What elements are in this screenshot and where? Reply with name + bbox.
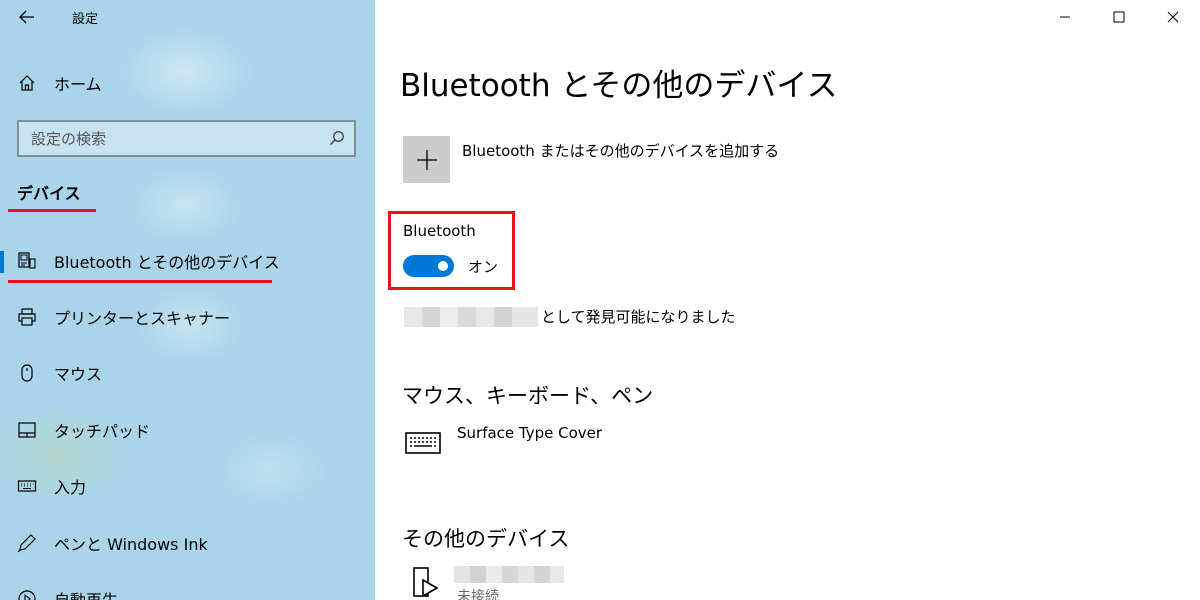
printer-icon <box>16 306 38 328</box>
discoverable-status: として発見可能になりました <box>404 306 736 327</box>
bluetooth-toggle-state: オン <box>468 258 499 276</box>
mouse-icon <box>16 362 38 384</box>
annotation-underline-nav <box>8 280 272 283</box>
sidebar-item-input[interactable]: 入力 <box>0 466 375 506</box>
sidebar-item-pen[interactable]: ペンと Windows Ink <box>0 523 375 563</box>
sidebar-item-label: プリンターとスキャナー <box>54 309 231 328</box>
keyboard-icon <box>16 475 38 497</box>
sidebar-item-bluetooth[interactable]: Bluetooth とその他のデバイス <box>0 241 375 281</box>
maximize-button[interactable] <box>1092 0 1146 34</box>
sidebar-item-label: 自動再生 <box>54 587 118 600</box>
app-title: 設定 <box>72 12 99 27</box>
sidebar-item-label: 入力 <box>54 478 87 497</box>
main-content: Bluetooth とその他のデバイス Bluetooth またはその他のデバイ… <box>375 0 1200 600</box>
close-icon <box>1167 11 1179 23</box>
device-name[interactable]: Surface Type Cover <box>457 424 602 442</box>
sidebar-item-printers[interactable]: プリンターとスキャナー <box>0 297 375 337</box>
search-icon[interactable] <box>329 130 345 146</box>
sidebar-item-mouse[interactable]: マウス <box>0 353 375 393</box>
window-controls <box>1038 0 1200 34</box>
sidebar-item-label: ペンと Windows Ink <box>54 535 208 554</box>
maximize-icon <box>1113 11 1125 23</box>
pen-icon <box>16 532 38 554</box>
touchpad-icon <box>16 419 38 441</box>
other-devices-heading: その他のデバイス <box>402 527 570 551</box>
nav-home-label: ホーム <box>54 75 102 94</box>
autoplay-icon <box>16 588 38 600</box>
blurred-device-name <box>404 306 538 327</box>
section-title: デバイス <box>17 184 81 203</box>
back-arrow-icon <box>19 10 34 24</box>
discoverable-text: として発見可能になりました <box>541 308 736 326</box>
sidebar-item-label: タッチパッド <box>54 422 151 441</box>
sidebar-item-touchpad[interactable]: タッチパッド <box>0 410 375 450</box>
device-status: 未接続 <box>457 589 499 600</box>
back-button[interactable] <box>14 6 40 28</box>
search-box[interactable] <box>17 120 356 157</box>
page-title: Bluetooth とその他のデバイス <box>400 68 838 104</box>
add-device-button[interactable] <box>403 136 450 183</box>
minimize-button[interactable] <box>1038 0 1092 34</box>
annotation-underline-section <box>8 209 96 212</box>
plus-icon <box>416 149 437 170</box>
search-input[interactable] <box>19 129 319 148</box>
sidebar-item-label: Bluetooth とその他のデバイス <box>54 253 280 272</box>
sidebar-item-autoplay[interactable]: 自動再生 <box>0 579 375 600</box>
media-device-icon <box>413 567 439 598</box>
titlebar-left: 設定 <box>0 0 375 34</box>
minimize-icon <box>1060 16 1070 18</box>
keyboard-icon <box>405 432 441 454</box>
sidebar-item-label: マウス <box>54 365 103 384</box>
sidebar: 設定 ホーム デバイス Bluetooth とその他のデバイス <box>0 0 375 600</box>
blurred-device-name <box>454 566 564 583</box>
selection-indicator <box>0 251 4 273</box>
bluetooth-devices-icon <box>16 250 38 272</box>
nav-home[interactable]: ホーム <box>0 66 375 100</box>
bluetooth-toggle[interactable] <box>403 255 454 277</box>
add-device-label[interactable]: Bluetooth またはその他のデバイスを追加する <box>462 140 779 161</box>
bluetooth-label: Bluetooth <box>403 222 476 240</box>
close-button[interactable] <box>1146 0 1200 34</box>
mouse-keyboard-pen-heading: マウス、キーボード、ペン <box>402 384 654 408</box>
home-icon <box>16 72 38 94</box>
toggle-knob <box>438 261 448 271</box>
